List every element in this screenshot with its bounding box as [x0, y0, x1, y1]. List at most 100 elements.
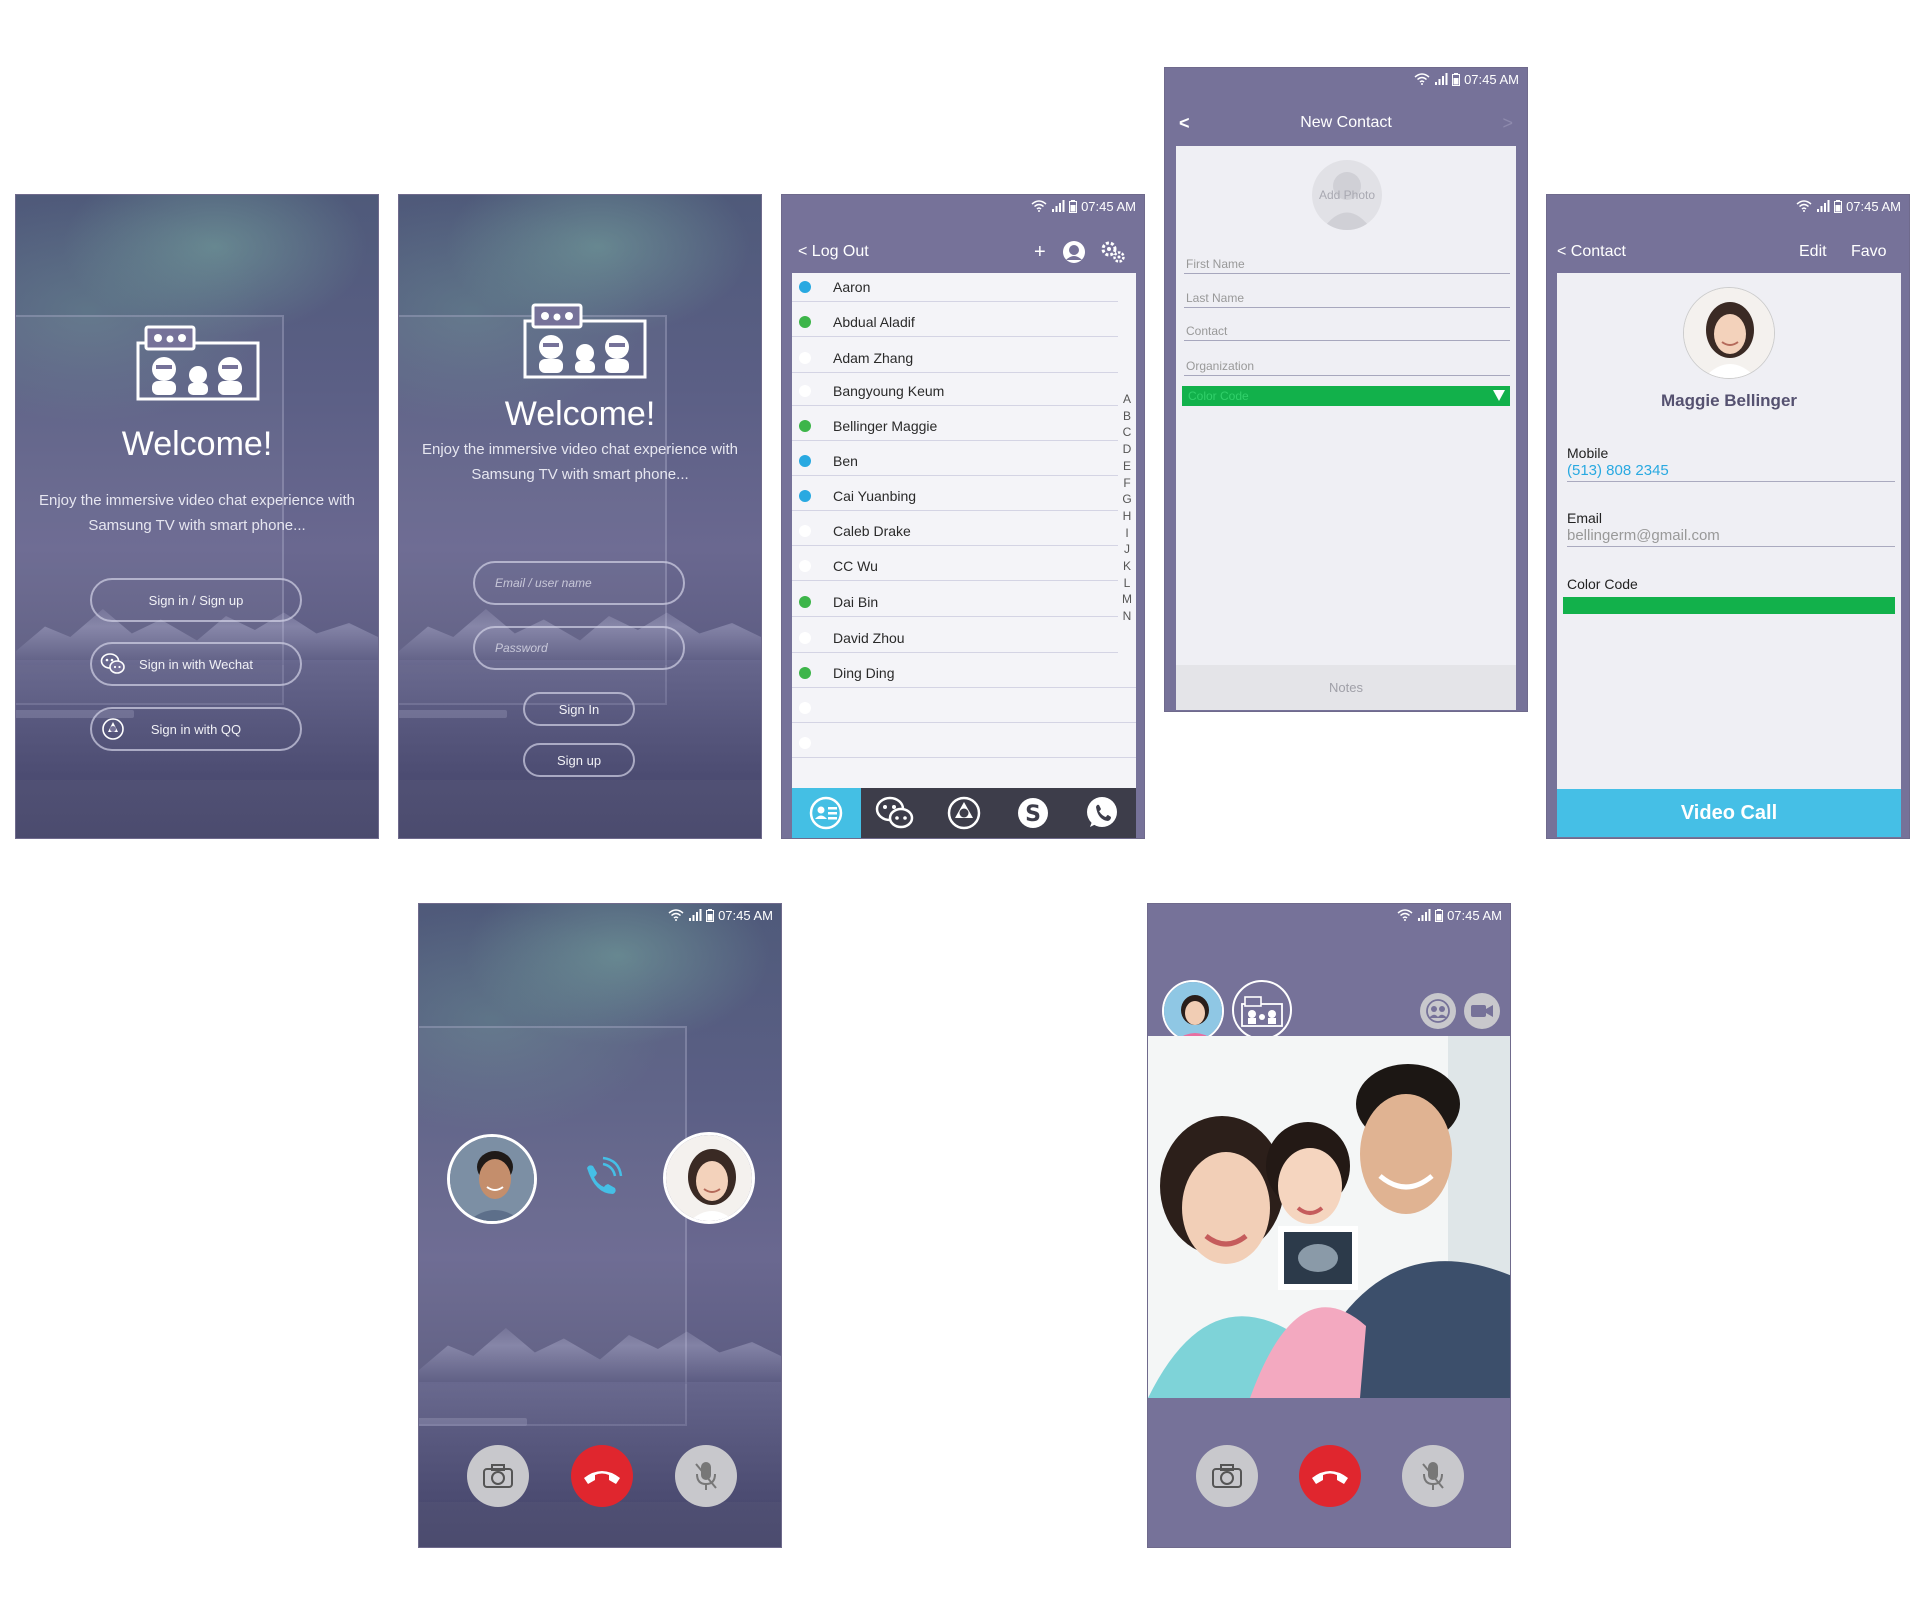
- video-toggle-button[interactable]: [1464, 993, 1500, 1029]
- contacts-call-button[interactable]: [1420, 993, 1456, 1029]
- alpha-letter[interactable]: F: [1120, 475, 1134, 492]
- sign-in-button[interactable]: Sign In: [523, 692, 635, 726]
- favorite-button[interactable]: Favo: [1851, 243, 1887, 261]
- contact-row[interactable]: [792, 729, 1136, 758]
- signal-icon: [1052, 200, 1065, 212]
- alpha-letter[interactable]: C: [1120, 424, 1134, 441]
- wechat-signin-button[interactable]: Sign in with Wechat: [90, 642, 302, 686]
- contact-name: Aaron: [833, 279, 871, 295]
- back-to-contacts-button[interactable]: < Contact: [1557, 243, 1626, 261]
- last-name-field[interactable]: Last Name: [1184, 284, 1510, 308]
- contact-row[interactable]: Bellinger Maggie: [792, 412, 1118, 441]
- contact-row[interactable]: Aaron: [792, 273, 1118, 302]
- contact-row[interactable]: Abdual Aladif: [792, 308, 1118, 337]
- email-input-wrapper: [473, 561, 685, 605]
- signin-signup-button[interactable]: Sign in / Sign up: [90, 578, 302, 622]
- camera-button[interactable]: [467, 1445, 529, 1507]
- alpha-letter[interactable]: M: [1120, 591, 1134, 608]
- alpha-letter[interactable]: E: [1120, 458, 1134, 475]
- contact-row[interactable]: Adam Zhang: [792, 344, 1118, 373]
- email-input[interactable]: [475, 576, 683, 590]
- organization-field[interactable]: Organization: [1184, 352, 1510, 376]
- contact-row[interactable]: CC Wu: [792, 552, 1118, 581]
- contact-name: Abdual Aladif: [833, 314, 915, 330]
- signal-icon: [1418, 909, 1431, 921]
- tab-skype[interactable]: S: [998, 788, 1067, 838]
- video-call-label: Video Call: [1680, 801, 1778, 824]
- battery-icon: [706, 908, 715, 922]
- tab-whatsapp[interactable]: [1067, 788, 1136, 838]
- hang-up-icon: [1312, 1471, 1348, 1484]
- edit-button[interactable]: Edit: [1799, 243, 1827, 261]
- password-input[interactable]: [475, 641, 683, 655]
- first-name-field[interactable]: First Name: [1184, 250, 1510, 274]
- page-title: New Contact: [1300, 114, 1392, 131]
- status-time: 07:45 AM: [1081, 198, 1136, 214]
- alphabet-index[interactable]: A B C D E F G H I J K L M N: [1120, 391, 1134, 625]
- new-contact-form: Add Photo First Name Last Name Contact O…: [1176, 146, 1516, 710]
- mute-button[interactable]: [675, 1445, 737, 1507]
- settings-icon[interactable]: [1100, 240, 1126, 264]
- qq-signin-button[interactable]: Sign in with QQ: [90, 707, 302, 751]
- tab-qq[interactable]: [930, 788, 999, 838]
- alpha-letter[interactable]: A: [1120, 391, 1134, 408]
- status-time: 07:45 AM: [1447, 907, 1502, 923]
- girl-thumbnail-icon: [1164, 982, 1222, 1040]
- remote-video-feed[interactable]: [1148, 1036, 1510, 1398]
- battery-icon: [1435, 908, 1444, 922]
- color-code-select[interactable]: Color Code: [1182, 386, 1510, 406]
- tv-device-thumb[interactable]: [1232, 980, 1292, 1040]
- signin-signup-label: Sign in / Sign up: [148, 592, 244, 608]
- hang-up-icon: [584, 1471, 620, 1484]
- alpha-letter[interactable]: I: [1120, 525, 1134, 542]
- new-contact-screen: 07:45 AM < New Contact > Add Photo First…: [1164, 67, 1528, 712]
- contact-row[interactable]: Dai Bin: [792, 588, 1118, 617]
- camera-button[interactable]: [1196, 1445, 1258, 1507]
- family-tv-icon: [1241, 996, 1283, 1027]
- alpha-letter[interactable]: L: [1120, 575, 1134, 592]
- tab-contacts[interactable]: [792, 788, 861, 838]
- alpha-letter[interactable]: N: [1120, 608, 1134, 625]
- email-value[interactable]: bellingerm@gmail.com: [1567, 527, 1895, 547]
- contact-list[interactable]: Aaron Abdual Aladif Adam Zhang Bangyoung…: [792, 273, 1136, 789]
- add-photo-button[interactable]: Add Photo: [1312, 160, 1382, 230]
- self-video-thumb[interactable]: [1162, 980, 1224, 1042]
- contact-name: CC Wu: [833, 558, 878, 574]
- alpha-letter[interactable]: J: [1120, 541, 1134, 558]
- mute-button[interactable]: [1402, 1445, 1464, 1507]
- hang-up-button[interactable]: [571, 1445, 633, 1507]
- mobile-number-link[interactable]: (513) 808 2345: [1567, 462, 1895, 482]
- status-dot: [799, 420, 811, 432]
- sign-up-button[interactable]: Sign up: [523, 743, 635, 777]
- next-button[interactable]: >: [1502, 113, 1513, 134]
- contact-row[interactable]: [792, 694, 1136, 723]
- contact-field[interactable]: Contact: [1184, 317, 1510, 341]
- signal-icon: [689, 909, 702, 921]
- mic-mute-icon: [1422, 1462, 1444, 1490]
- logout-button[interactable]: < Log Out: [798, 243, 869, 261]
- hang-up-button[interactable]: [1299, 1445, 1361, 1507]
- contact-row[interactable]: Cai Yuanbing: [792, 482, 1118, 511]
- contact-row[interactable]: Caleb Drake: [792, 517, 1118, 546]
- tab-wechat[interactable]: [861, 788, 930, 838]
- status-time: 07:45 AM: [718, 907, 773, 923]
- contact-name: Caleb Drake: [833, 523, 911, 539]
- notes-field[interactable]: Notes: [1176, 665, 1516, 710]
- alpha-letter[interactable]: D: [1120, 441, 1134, 458]
- contact-row[interactable]: Ben: [792, 447, 1118, 476]
- profile-icon[interactable]: [1062, 240, 1086, 264]
- contact-name: Bellinger Maggie: [833, 418, 938, 434]
- contact-name: Cai Yuanbing: [833, 488, 917, 504]
- contact-row[interactable]: David Zhou: [792, 624, 1118, 653]
- alpha-letter[interactable]: H: [1120, 508, 1134, 525]
- contact-row[interactable]: Ding Ding: [792, 659, 1136, 688]
- add-contact-button[interactable]: +: [1034, 241, 1046, 264]
- video-call-button[interactable]: Video Call: [1557, 789, 1901, 837]
- status-dot: [799, 632, 811, 644]
- status-time: 07:45 AM: [1464, 71, 1519, 87]
- contact-row[interactable]: Bangyoung Keum: [792, 377, 1118, 406]
- new-contact-navbar: < New Contact >: [1165, 106, 1527, 140]
- alpha-letter[interactable]: G: [1120, 491, 1134, 508]
- alpha-letter[interactable]: B: [1120, 408, 1134, 425]
- alpha-letter[interactable]: K: [1120, 558, 1134, 575]
